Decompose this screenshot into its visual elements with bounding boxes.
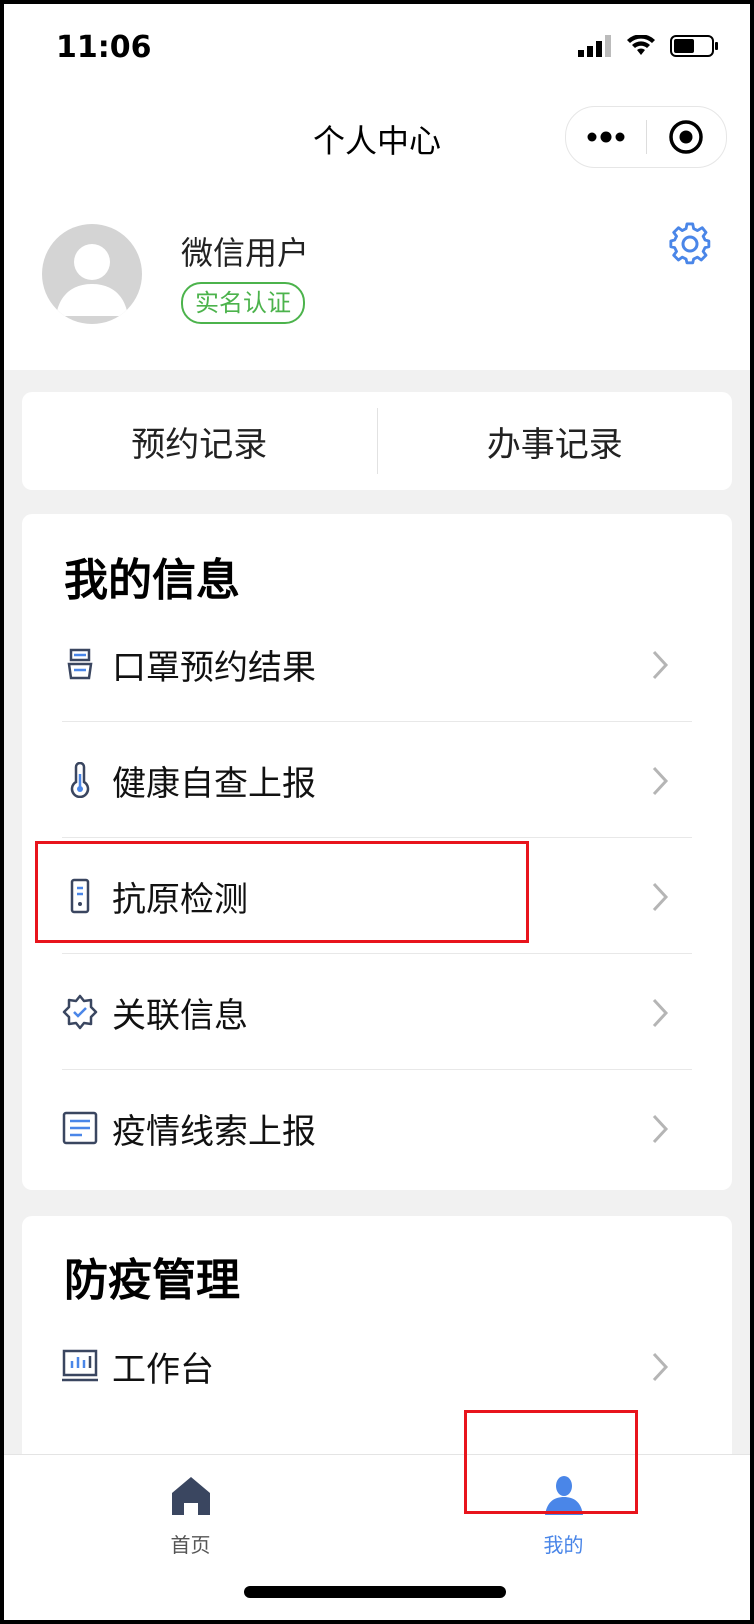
my-info-title: 我的信息 (64, 555, 240, 606)
dashboard-icon (62, 1349, 98, 1382)
menu-item-epidemic-clue[interactable]: 疫情线索上报 (22, 1070, 732, 1186)
menu-item-health-report[interactable]: 健康自查上报 (22, 722, 732, 838)
close-miniprogram-button[interactable] (647, 107, 727, 167)
target-icon (669, 120, 703, 154)
affairs-records-button[interactable]: 办事记录 (378, 417, 733, 466)
tab-label: 首页 (170, 1533, 211, 1557)
tab-mine[interactable]: 我的 (377, 1455, 750, 1565)
records-bar: 预约记录 办事记录 (22, 392, 732, 490)
more-button[interactable] (566, 107, 646, 167)
user-icon (545, 1476, 583, 1515)
tab-home[interactable]: 首页 (4, 1455, 377, 1565)
thermometer-icon (70, 762, 90, 798)
appointment-records-button[interactable]: 预约记录 (22, 417, 377, 466)
verify-badge[interactable]: 实名认证 (181, 282, 305, 324)
chevron-right-icon (652, 882, 669, 912)
profile-header: 微信用户 实名认证 (4, 180, 750, 370)
phone-screen: 11:06 个人中心 微信用户 实名认证 预约记录 办事记录 我的信息 口罩预约… (4, 4, 750, 1620)
my-info-card: 我的信息 口罩预约结果 健康自查上报 抗原检测 关联信息 疫情线索上报 (22, 514, 732, 1190)
menu-item-label: 疫情线索上报 (112, 1112, 316, 1152)
badge-check-icon (62, 994, 98, 1030)
settings-gear-icon[interactable] (668, 222, 712, 266)
menu-item-workbench[interactable]: 工作台 (22, 1308, 732, 1424)
wifi-icon (627, 35, 655, 55)
status-icons (578, 34, 720, 58)
menu-item-label: 关联信息 (112, 996, 248, 1036)
username: 微信用户 (181, 234, 310, 272)
battery-icon (670, 35, 718, 57)
chevron-right-icon (652, 650, 669, 680)
home-icon (172, 1477, 210, 1515)
miniprogram-capsule (565, 106, 727, 168)
navigation-bar: 个人中心 (4, 94, 750, 180)
menu-item-label: 抗原检测 (112, 880, 248, 920)
chevron-right-icon (652, 998, 669, 1028)
epidemic-management-card: 防疫管理 工作台 (22, 1216, 732, 1476)
status-bar: 11:06 (4, 4, 750, 94)
menu-item-label: 健康自查上报 (112, 764, 316, 804)
menu-item-mask-result[interactable]: 口罩预约结果 (22, 606, 732, 722)
chevron-right-icon (652, 766, 669, 796)
chevron-right-icon (652, 1114, 669, 1144)
default-avatar-icon (56, 244, 128, 316)
home-indicator (244, 1586, 506, 1598)
chevron-right-icon (652, 1352, 669, 1382)
tab-label: 我的 (543, 1533, 584, 1557)
menu-item-antigen-test[interactable]: 抗原检测 (22, 838, 732, 954)
avatar[interactable] (42, 224, 142, 324)
signal-icon (578, 35, 611, 57)
epidemic-management-title: 防疫管理 (64, 1255, 240, 1306)
mask-icon (67, 648, 93, 680)
document-icon (62, 1111, 98, 1145)
menu-item-label: 工作台 (112, 1350, 214, 1390)
menu-item-linked-info[interactable]: 关联信息 (22, 954, 732, 1070)
more-dots-icon (587, 131, 625, 143)
menu-item-label: 口罩预约结果 (112, 648, 316, 688)
test-kit-icon (70, 878, 90, 914)
status-time: 11:06 (56, 30, 152, 65)
